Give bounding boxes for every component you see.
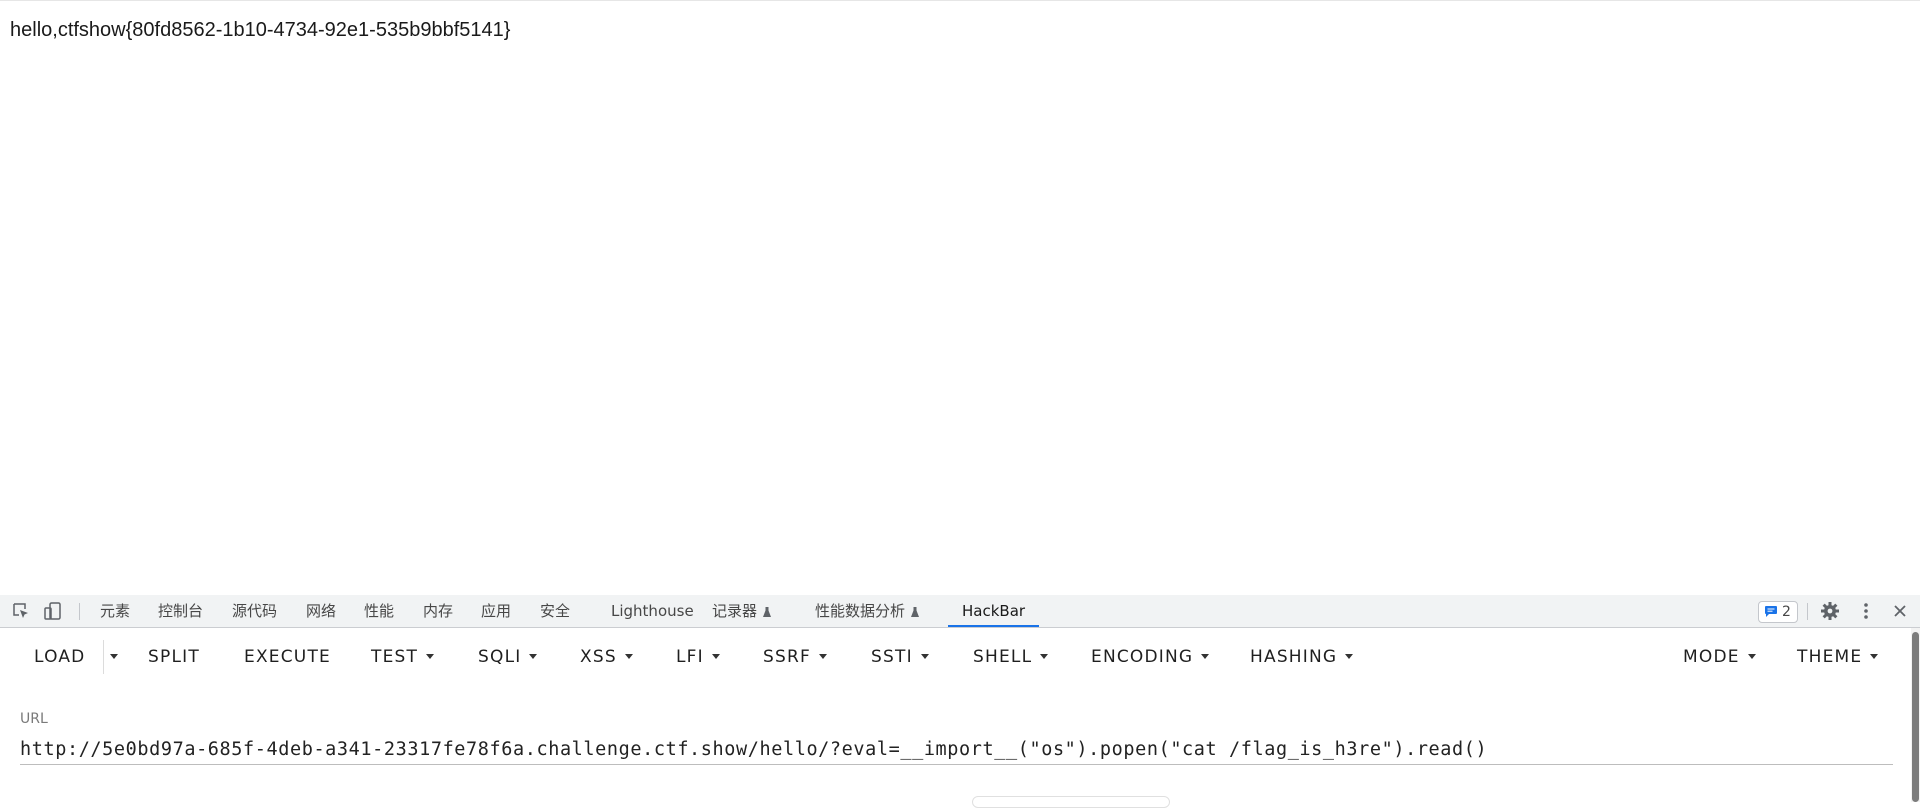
experiment-beaker-icon: [911, 607, 920, 617]
execute-button[interactable]: EXECUTE: [244, 644, 331, 670]
tab-memory[interactable]: 内存: [423, 595, 453, 627]
lfi-menu-button[interactable]: LFI: [676, 644, 720, 670]
xss-menu-label: XSS: [580, 647, 617, 667]
page-viewport: hello,ctfshow{80fd8562-1b10-4734-92e1-53…: [0, 0, 1920, 595]
chevron-down-icon: [529, 654, 538, 659]
test-menu-button[interactable]: TEST: [371, 644, 435, 670]
shell-menu-button[interactable]: SHELL: [973, 644, 1049, 670]
tab-network[interactable]: 网络: [306, 595, 336, 627]
hackbar-toolbar: LOAD SPLIT EXECUTE TEST SQLI XSS LFI SSR…: [0, 628, 1905, 686]
url-input[interactable]: http://5e0bd97a-685f-4deb-a341-23317fe78…: [20, 735, 1893, 765]
message-icon: [1765, 606, 1777, 617]
page-body-text: hello,ctfshow{80fd8562-1b10-4734-92e1-53…: [10, 19, 511, 41]
load-dropdown-caret-icon[interactable]: [110, 654, 118, 659]
chevron-down-icon: [624, 654, 633, 659]
tab-lighthouse[interactable]: Lighthouse: [611, 595, 694, 627]
tab-recorder[interactable]: 记录器: [712, 595, 772, 627]
experiment-beaker-icon: [763, 607, 772, 617]
xss-menu-button[interactable]: XSS: [580, 644, 633, 670]
ssrf-menu-label: SSRF: [763, 647, 811, 667]
devtools-panel: 元素 控制台 源代码 网络 性能 内存 应用 安全 Lighthouse 记录器…: [0, 595, 1920, 808]
chevron-down-icon: [426, 654, 435, 659]
mode-menu-label: MODE: [1683, 647, 1740, 667]
toolbar-divider: [1807, 603, 1808, 620]
hashing-menu-button[interactable]: HASHING: [1250, 644, 1354, 670]
lfi-menu-label: LFI: [676, 647, 704, 667]
scrollbar-thumb[interactable]: [1912, 632, 1919, 802]
devtools-tab-bar: 元素 控制台 源代码 网络 性能 内存 应用 安全 Lighthouse 记录器…: [0, 595, 1920, 628]
ssti-menu-button[interactable]: SSTI: [871, 644, 929, 670]
theme-menu-label: THEME: [1797, 647, 1863, 667]
tab-elements[interactable]: 元素: [100, 595, 130, 627]
split-button[interactable]: SPLIT: [148, 644, 200, 670]
chevron-down-icon: [818, 654, 827, 659]
ssti-menu-label: SSTI: [871, 647, 913, 667]
encoding-menu-button[interactable]: ENCODING: [1091, 644, 1210, 670]
chevron-down-icon: [920, 654, 929, 659]
partial-field-outline: [972, 796, 1170, 808]
sqli-menu-label: SQLI: [478, 647, 522, 667]
sqli-menu-button[interactable]: SQLI: [478, 644, 538, 670]
load-split-divider: [103, 640, 104, 674]
tab-sources[interactable]: 源代码: [232, 595, 277, 627]
url-field-label: URL: [20, 711, 48, 727]
close-devtools-icon[interactable]: [1889, 600, 1911, 622]
hackbar-scrollbar[interactable]: [1911, 628, 1920, 802]
more-options-icon[interactable]: [1855, 600, 1877, 622]
tab-hackbar[interactable]: HackBar: [948, 595, 1040, 627]
chevron-down-icon: [1870, 654, 1879, 659]
test-menu-label: TEST: [371, 647, 419, 667]
mode-menu-button[interactable]: MODE: [1683, 644, 1756, 670]
tab-performance-insights[interactable]: 性能数据分析: [815, 595, 920, 627]
shell-menu-label: SHELL: [973, 647, 1033, 667]
tab-security[interactable]: 安全: [540, 595, 570, 627]
tab-console[interactable]: 控制台: [158, 595, 203, 627]
tab-performance[interactable]: 性能: [364, 595, 394, 627]
tab-recorder-label: 记录器: [712, 602, 758, 620]
tab-application[interactable]: 应用: [481, 595, 511, 627]
tab-performance-insights-label: 性能数据分析: [815, 602, 906, 620]
toolbar-divider: [79, 603, 80, 620]
encoding-menu-label: ENCODING: [1091, 647, 1194, 667]
chevron-down-icon: [1345, 654, 1354, 659]
device-toolbar-icon[interactable]: [42, 600, 64, 622]
ssrf-menu-button[interactable]: SSRF: [763, 644, 827, 670]
chevron-down-icon: [1040, 654, 1049, 659]
chevron-down-icon: [1747, 654, 1756, 659]
theme-menu-button[interactable]: THEME: [1797, 644, 1879, 670]
chevron-down-icon: [1201, 654, 1210, 659]
issues-badge[interactable]: 2: [1758, 601, 1798, 623]
load-button[interactable]: LOAD: [34, 644, 85, 670]
inspect-element-icon[interactable]: [10, 600, 32, 622]
settings-gear-icon[interactable]: [1819, 600, 1841, 622]
issues-count: 2: [1782, 604, 1791, 620]
hashing-menu-label: HASHING: [1250, 647, 1338, 667]
chevron-down-icon: [711, 654, 720, 659]
